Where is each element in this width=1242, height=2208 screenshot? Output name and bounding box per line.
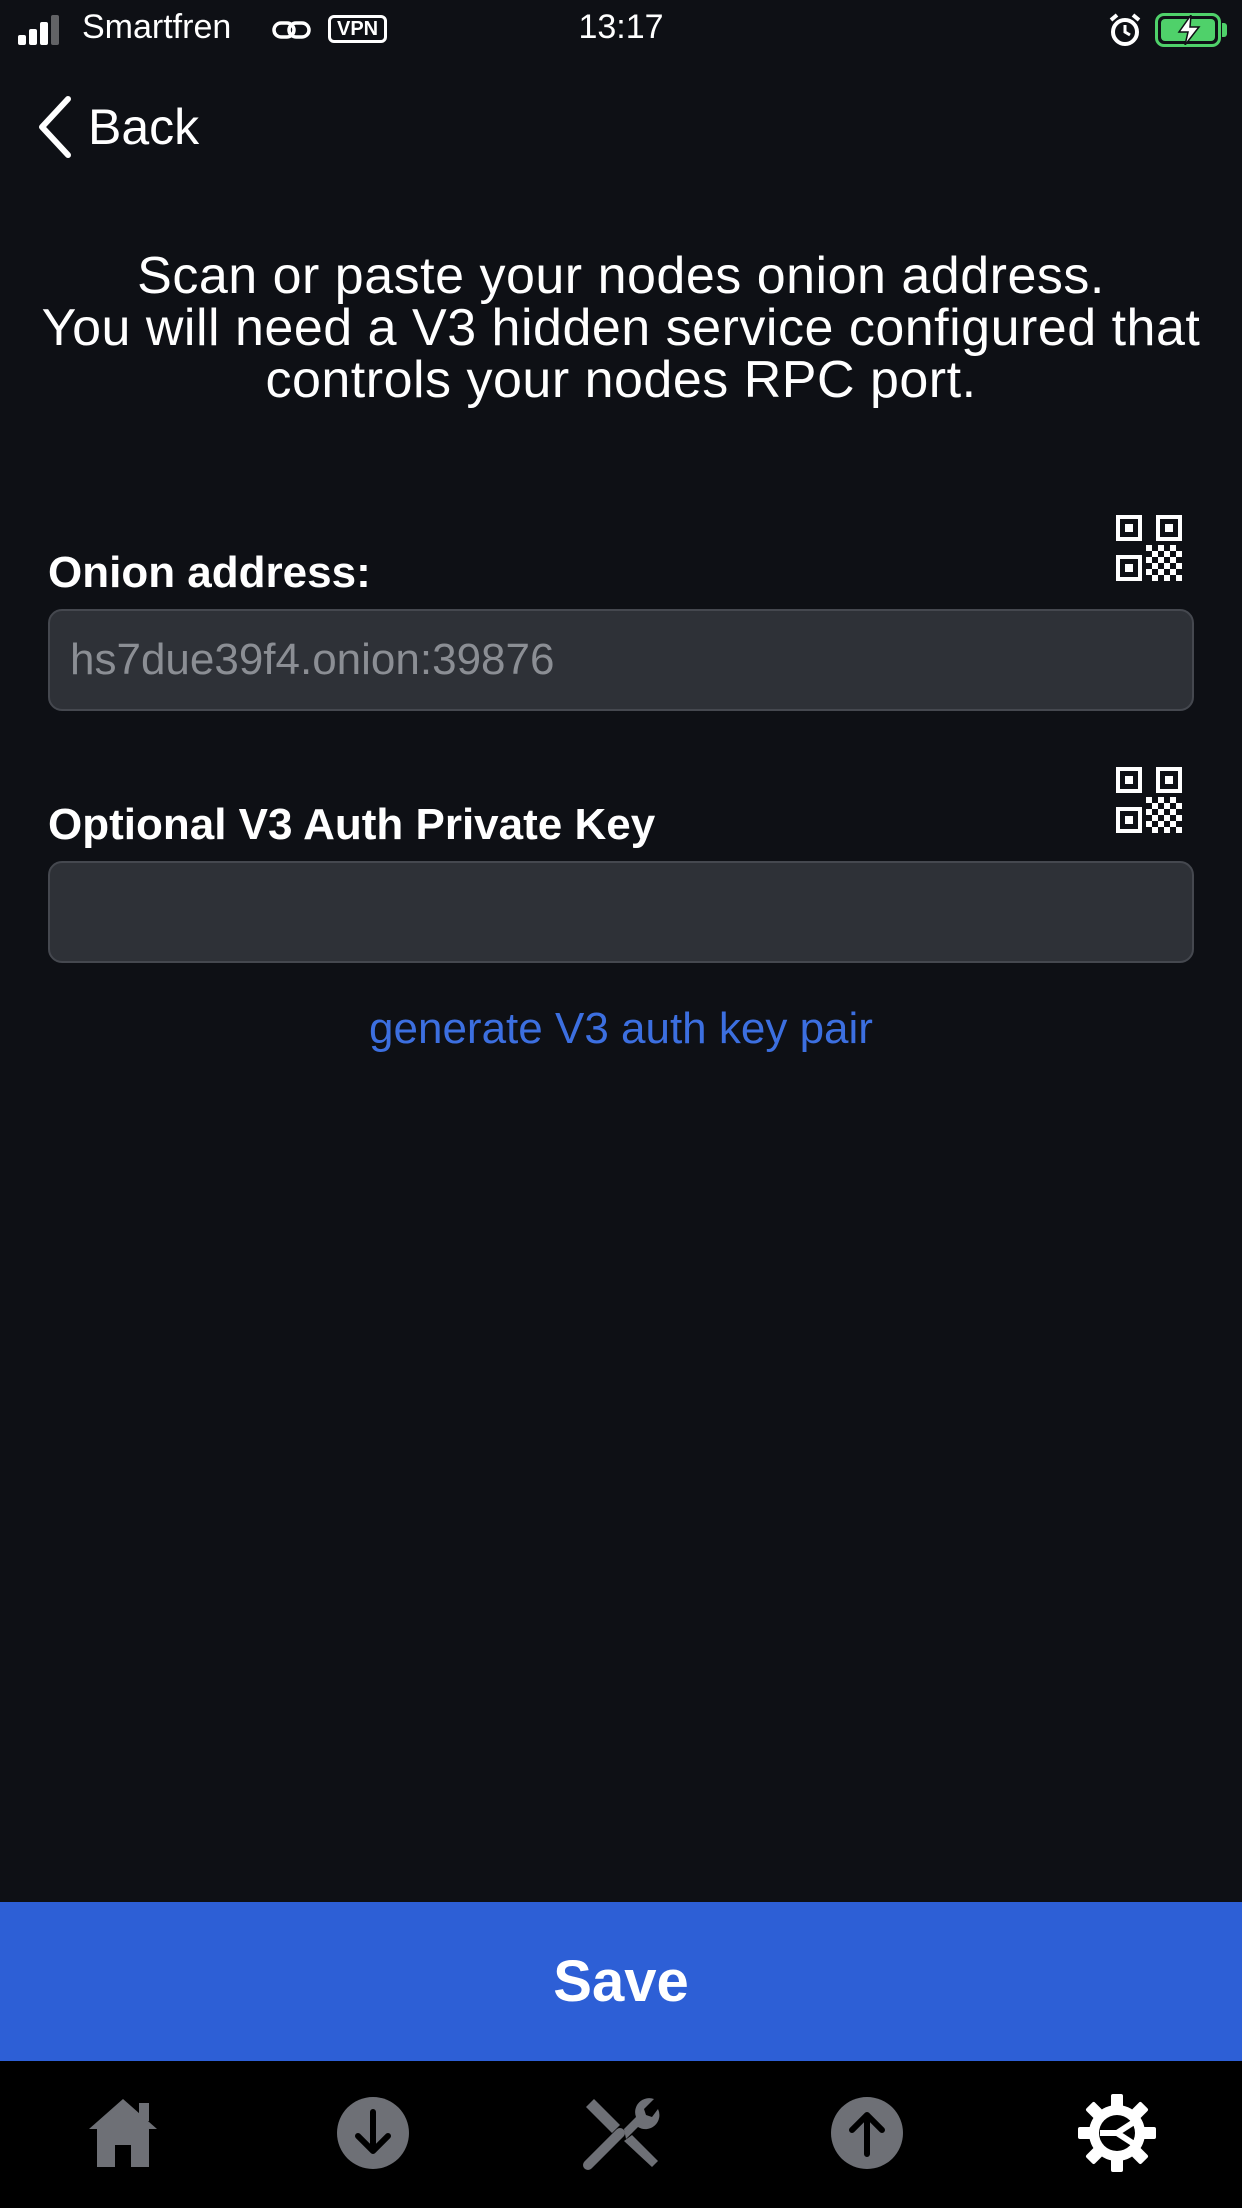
status-time: 13:17	[578, 8, 664, 46]
tab-send[interactable]	[817, 2083, 917, 2183]
generate-auth-key-link[interactable]: generate V3 auth key pair	[0, 1004, 1242, 1054]
gear-icon	[1078, 2094, 1156, 2172]
home-icon	[89, 2099, 157, 2167]
chevron-left-icon	[39, 96, 71, 158]
charging-bolt-icon	[1177, 15, 1201, 45]
tab-home[interactable]	[73, 2083, 173, 2183]
back-label: Back	[88, 99, 200, 155]
onion-address-label: Onion address:	[48, 548, 371, 597]
qr-code-icon	[1116, 767, 1182, 833]
save-button[interactable]: Save	[0, 1902, 1242, 2061]
tab-tools[interactable]	[570, 2083, 670, 2183]
onion-address-input[interactable]	[48, 609, 1194, 711]
scan-auth-key-qr-button[interactable]	[1115, 766, 1183, 834]
qr-code-icon	[1116, 515, 1182, 581]
auth-key-label: Optional V3 Auth Private Key	[48, 800, 656, 849]
alarm-icon	[1109, 13, 1141, 46]
battery-tip	[1222, 23, 1227, 37]
tab-receive[interactable]	[323, 2083, 423, 2183]
back-button[interactable]: Back	[36, 94, 199, 160]
tools-icon	[583, 2098, 660, 2170]
arrow-down-circle-icon	[337, 2097, 409, 2169]
arrow-up-circle-icon	[831, 2097, 903, 2169]
tab-settings[interactable]	[1067, 2083, 1167, 2183]
status-bar: Smartfren VPN 13:17	[0, 0, 1242, 62]
instructions-text: Scan or paste your nodes onion address. …	[41, 247, 1201, 409]
battery-icon	[1155, 13, 1221, 47]
scan-onion-qr-button[interactable]	[1115, 514, 1183, 582]
auth-key-input[interactable]	[48, 861, 1194, 963]
tab-bar	[0, 2061, 1242, 2208]
